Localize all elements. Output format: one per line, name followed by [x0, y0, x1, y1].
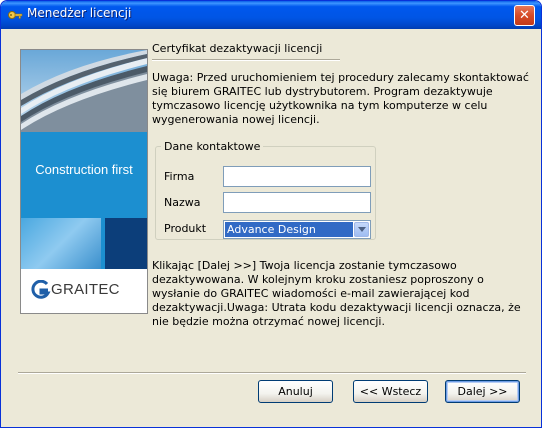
structure-photo-tile [21, 218, 101, 269]
graitec-logo-text: GRAITEC [51, 281, 120, 298]
banner-tiles [21, 214, 147, 269]
cancel-button[interactable]: Anuluj [258, 380, 333, 403]
button-separator [18, 372, 526, 374]
license-manager-window: Menedżer licencji ✕ Construction first G… [0, 0, 542, 428]
title-bar[interactable]: Menedżer licencji ✕ [1, 1, 541, 29]
nazwa-label: Nazwa [164, 196, 201, 209]
dark-tile [105, 218, 147, 269]
page-title: Certyfikat dezaktywacji licencji [152, 42, 323, 55]
chevron-down-icon [358, 227, 366, 232]
info-text: Klikając [Dalej >>] Twoja licencja zosta… [152, 259, 521, 328]
graitec-banner: Construction first GRAITEC [20, 49, 148, 314]
firma-label: Firma [164, 170, 195, 183]
nazwa-field[interactable] [223, 192, 371, 213]
produkt-dropdown[interactable]: Advance Design [223, 220, 371, 239]
dropdown-button[interactable] [354, 222, 369, 237]
close-button[interactable]: ✕ [514, 5, 535, 26]
graitec-logo-icon [31, 280, 51, 299]
firma-field[interactable] [223, 166, 371, 187]
dialog-client-area: Construction first GRAITEC Certyfikat de… [4, 29, 538, 426]
next-button[interactable]: Dalej >> [445, 380, 520, 403]
close-icon: ✕ [519, 8, 530, 23]
back-button[interactable]: << Wstecz [353, 380, 428, 403]
graitec-logo: GRAITEC [21, 269, 147, 313]
heading-divider [152, 59, 340, 61]
warning-text: Uwaga: Przed uruchomieniem tej procedury… [152, 71, 529, 126]
banner-slogan: Construction first [35, 162, 133, 177]
building-photo [21, 50, 147, 132]
contact-group-legend: Dane kontaktowe [161, 140, 264, 153]
key-icon [7, 7, 23, 23]
produkt-selected-value: Advance Design [225, 222, 353, 237]
window-title: Menedżer licencji [27, 6, 132, 20]
produkt-label: Produkt [164, 222, 207, 235]
